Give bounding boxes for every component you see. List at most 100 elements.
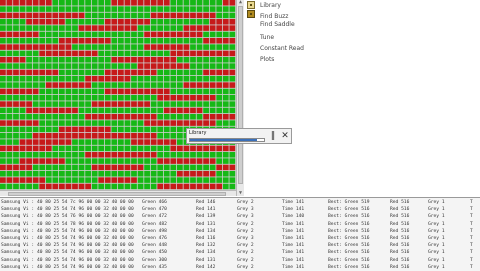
- grid-cell[interactable]: [26, 114, 32, 120]
- grid-cell[interactable]: [229, 145, 236, 152]
- grid-cell[interactable]: [6, 171, 13, 177]
- grid-cell[interactable]: [26, 183, 32, 190]
- grid-cell[interactable]: [0, 50, 6, 57]
- grid-cell[interactable]: [163, 158, 170, 164]
- grid-cell[interactable]: [183, 0, 190, 6]
- grid-cell[interactable]: [0, 139, 6, 145]
- grid-cell[interactable]: [177, 145, 183, 152]
- grid-cell[interactable]: [177, 133, 183, 139]
- grid-cell[interactable]: [183, 6, 190, 12]
- grid-cell[interactable]: [150, 107, 157, 114]
- grid-cell[interactable]: [72, 177, 78, 183]
- grid-cell[interactable]: [229, 25, 236, 31]
- grid-cell[interactable]: [26, 158, 32, 164]
- grid-cell[interactable]: [91, 171, 98, 177]
- grid-cell[interactable]: [137, 171, 144, 177]
- grid-cell[interactable]: [85, 152, 91, 158]
- grid-cell[interactable]: [196, 95, 203, 101]
- grid-cell[interactable]: [85, 145, 91, 152]
- grid-cell[interactable]: [32, 171, 39, 177]
- grid-cell[interactable]: [170, 158, 177, 164]
- grid-cell[interactable]: [39, 69, 46, 76]
- grid-cell[interactable]: [85, 171, 91, 177]
- grid-cell[interactable]: [222, 57, 229, 63]
- grid-cell[interactable]: [163, 82, 170, 88]
- menu-item-constant-read[interactable]: Constant Read: [260, 45, 304, 52]
- grid-cell[interactable]: [163, 164, 170, 171]
- grid-cell[interactable]: [209, 114, 216, 120]
- grid-cell[interactable]: [104, 120, 111, 126]
- grid-cell[interactable]: [131, 19, 137, 25]
- grid-cell[interactable]: [183, 12, 190, 19]
- grid-cell[interactable]: [13, 152, 19, 158]
- grid-cell[interactable]: [163, 19, 170, 25]
- grid-cell[interactable]: [91, 126, 98, 133]
- grid-cell[interactable]: [209, 145, 216, 152]
- grid-cell[interactable]: [209, 50, 216, 57]
- grid-cell[interactable]: [65, 31, 72, 38]
- grid-cell[interactable]: [209, 158, 216, 164]
- grid-cell[interactable]: [65, 57, 72, 63]
- grid-cell[interactable]: [111, 133, 118, 139]
- grid-cell[interactable]: [196, 6, 203, 12]
- grid-cell[interactable]: [216, 38, 223, 44]
- grid-cell[interactable]: [65, 177, 72, 183]
- grid-cell[interactable]: [150, 126, 157, 133]
- grid-cell[interactable]: [91, 38, 98, 44]
- grid-cell[interactable]: [65, 164, 72, 171]
- grid-cell[interactable]: [124, 31, 131, 38]
- grid-cell[interactable]: [104, 19, 111, 25]
- grid-cell[interactable]: [26, 101, 32, 107]
- grid-cell[interactable]: [91, 177, 98, 183]
- grid-cell[interactable]: [190, 152, 196, 158]
- grid-cell[interactable]: [52, 95, 59, 101]
- grid-cell[interactable]: [157, 76, 164, 82]
- grid-cell[interactable]: [6, 6, 13, 12]
- grid-cell[interactable]: [0, 101, 6, 107]
- grid-cell[interactable]: [203, 38, 209, 44]
- grid-cell[interactable]: [209, 183, 216, 190]
- grid-cell[interactable]: [85, 57, 91, 63]
- menu-item-find-saddle[interactable]: Find Saddle: [260, 21, 295, 28]
- grid-cell[interactable]: [203, 171, 209, 177]
- grid-cell[interactable]: [203, 63, 209, 69]
- grid-cell[interactable]: [26, 57, 32, 63]
- grid-cell[interactable]: [26, 126, 32, 133]
- grid-cell[interactable]: [196, 101, 203, 107]
- grid-cell[interactable]: [157, 164, 164, 171]
- grid-cell[interactable]: [6, 31, 13, 38]
- grid-cell[interactable]: [26, 88, 32, 95]
- grid-cell[interactable]: [131, 114, 137, 120]
- grid-cell[interactable]: [59, 76, 65, 82]
- grid-cell[interactable]: [177, 12, 183, 19]
- grid-cell[interactable]: [183, 114, 190, 120]
- grid-cell[interactable]: [78, 114, 85, 120]
- grid-cell[interactable]: [137, 101, 144, 107]
- grid-cell[interactable]: [65, 183, 72, 190]
- grid-cell[interactable]: [85, 25, 91, 31]
- grid-cell[interactable]: [32, 183, 39, 190]
- grid-cell[interactable]: [118, 158, 124, 164]
- grid-cell[interactable]: [203, 19, 209, 25]
- grid-cell[interactable]: [72, 164, 78, 171]
- grid-cell[interactable]: [6, 12, 13, 19]
- grid-cell[interactable]: [150, 133, 157, 139]
- grid-cell[interactable]: [78, 50, 85, 57]
- grid-cell[interactable]: [118, 19, 124, 25]
- grid-cell[interactable]: [85, 158, 91, 164]
- grid-cell[interactable]: [52, 126, 59, 133]
- grid-cell[interactable]: [150, 44, 157, 50]
- grid-cell[interactable]: [203, 183, 209, 190]
- grid-cell[interactable]: [229, 57, 236, 63]
- grid-cell[interactable]: [190, 171, 196, 177]
- grid-cell[interactable]: [203, 107, 209, 114]
- grid-cell[interactable]: [59, 44, 65, 50]
- grid-cell[interactable]: [32, 76, 39, 82]
- grid-cell[interactable]: [13, 19, 19, 25]
- menu-item-tune[interactable]: Tune: [260, 34, 274, 41]
- grid-cell[interactable]: [177, 50, 183, 57]
- grid-cell[interactable]: [118, 6, 124, 12]
- grid-cell[interactable]: [144, 145, 150, 152]
- grid-cell[interactable]: [131, 69, 137, 76]
- grid-cell[interactable]: [196, 50, 203, 57]
